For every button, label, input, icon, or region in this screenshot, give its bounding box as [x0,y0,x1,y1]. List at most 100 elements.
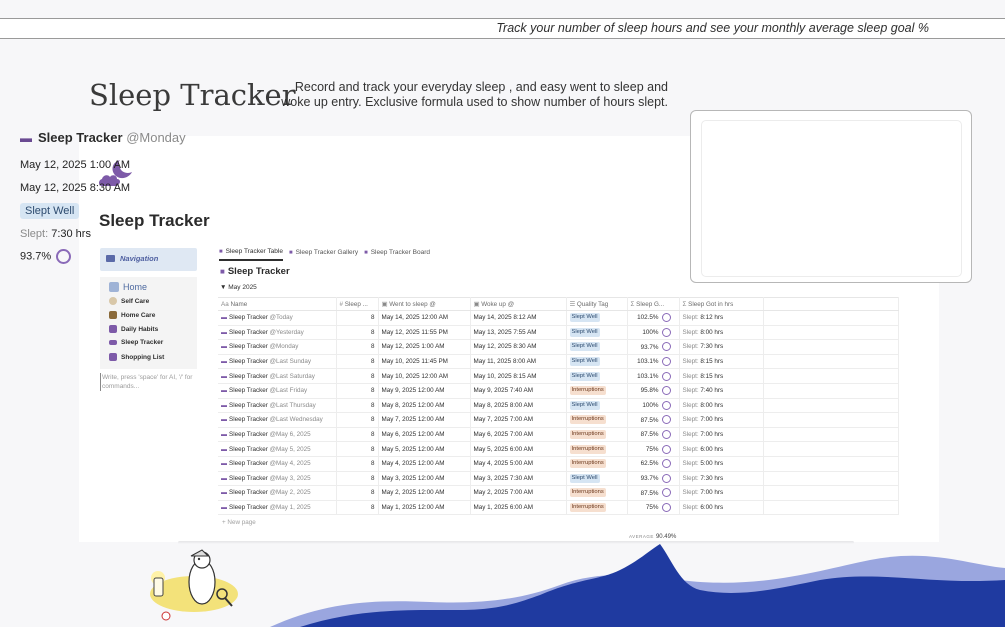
column-header-quality[interactable]: ☰ Quality Tag [566,297,628,311]
cell-quality-tag[interactable]: Slept Well [566,354,628,370]
cell-sleep-goal[interactable]: 8 [336,383,379,399]
cell-woke-up[interactable]: May 4, 2025 5:00 AM [470,456,567,472]
table-row[interactable]: ▬ Sleep Tracker @May 1, 2025 8 May 1, 2025 … [218,500,899,516]
cell-name[interactable]: ▬ Sleep Tracker @Today [218,310,337,326]
gallery-card-popup[interactable] [690,110,972,283]
cell-name[interactable]: ▬ Sleep Tracker @Last Saturday [218,368,337,384]
cell-quality-tag[interactable]: Interruptions [566,383,628,399]
table-row[interactable]: ▬ Sleep Tracker @Last Sunday 8 May 10, 2025… [218,354,899,370]
cell-sleep-goal[interactable]: 8 [336,354,379,370]
column-header-goal[interactable]: Σ Sleep G... [627,297,680,311]
nav-header[interactable]: Navigation [100,248,197,271]
cell-name[interactable]: ▬ Sleep Tracker @May 6, 2025 [218,427,337,443]
cell-woke-up[interactable]: May 14, 2025 8:12 AM [470,310,567,326]
cell-went-to-sleep[interactable]: May 8, 2025 12:00 AM [378,398,471,414]
tab-sleep-tracker-board[interactable]: ■ Sleep Tracker Board [364,247,430,261]
cell-woke-up[interactable]: May 11, 2025 8:00 AM [470,354,567,370]
tab-sleep-tracker-table[interactable]: ■ Sleep Tracker Table [219,247,283,261]
cell-woke-up[interactable]: May 9, 2025 7:40 AM [470,383,567,399]
column-header-name[interactable]: Aa Name [218,297,337,311]
cell-sleep-goal[interactable]: 8 [336,368,379,384]
cell-quality-tag[interactable]: Slept Well [566,339,628,355]
cell-went-to-sleep[interactable]: May 12, 2025 1:00 AM [378,339,471,355]
cell-name[interactable]: ▬ Sleep Tracker @Yesterday [218,325,337,341]
cell-quality-tag[interactable]: Interruptions [566,485,628,501]
table-row[interactable]: ▬ Sleep Tracker @Yesterday 8 May 12, 2025 1… [218,325,899,341]
cell-quality-tag[interactable]: Interruptions [566,427,628,443]
cell-sleep-goal[interactable]: 8 [336,456,379,472]
table-row[interactable]: ▬ Sleep Tracker @Last Thursday 8 May 8, 202… [218,398,899,414]
cell-woke-up[interactable]: May 6, 2025 7:00 AM [470,427,567,443]
cell-went-to-sleep[interactable]: May 10, 2025 12:00 AM [378,368,471,384]
cell-name[interactable]: ▬ Sleep Tracker @Last Thursday [218,398,337,414]
cell-woke-up[interactable]: May 7, 2025 7:00 AM [470,412,567,428]
table-row[interactable]: ▬ Sleep Tracker @May 3, 2025 8 May 3, 2025 … [218,471,899,487]
cell-name[interactable]: ▬ Sleep Tracker @Last Wednesday [218,412,337,428]
cell-woke-up[interactable]: May 8, 2025 8:00 AM [470,398,567,414]
cell-went-to-sleep[interactable]: May 7, 2025 12:00 AM [378,412,471,428]
cell-went-to-sleep[interactable]: May 2, 2025 12:00 AM [378,485,471,501]
cell-quality-tag[interactable]: Interruptions [566,456,628,472]
cell-sleep-goal[interactable]: 8 [336,412,379,428]
nav-item-home[interactable]: Home [109,282,147,292]
cell-quality-tag[interactable]: Slept Well [566,471,628,487]
column-header-sleep[interactable]: # Sleep ... [336,297,379,311]
cell-quality-tag[interactable]: Interruptions [566,441,628,457]
cell-quality-tag[interactable]: Slept Well [566,325,628,341]
cell-sleep-goal[interactable]: 8 [336,325,379,341]
cell-went-to-sleep[interactable]: May 1, 2025 12:00 AM [378,500,471,516]
table-row[interactable]: ▬ Sleep Tracker @Last Friday 8 May 9, 2025 … [218,383,899,399]
cell-went-to-sleep[interactable]: May 6, 2025 12:00 AM [378,427,471,443]
table-row[interactable]: ▬ Sleep Tracker @Today 8 May 14, 2025 12:00… [218,310,899,326]
table-row[interactable]: ▬ Sleep Tracker @May 6, 2025 8 May 6, 2025 … [218,427,899,443]
cell-sleep-goal[interactable]: 8 [336,471,379,487]
cell-name[interactable]: ▬ Sleep Tracker @May 1, 2025 [218,500,337,516]
column-header-woke[interactable]: ▣ Woke up @ [470,297,567,311]
group-header[interactable]: ▼ May 2025 [220,284,257,291]
cell-quality-tag[interactable]: Interruptions [566,412,628,428]
table-row[interactable]: ▬ Sleep Tracker @Monday 8 May 12, 2025 1:00… [218,339,899,355]
editor-placeholder[interactable]: Write, press 'space' for AI, '/' for com… [100,373,200,391]
database-title[interactable]: ■ Sleep Tracker [220,266,290,277]
cell-went-to-sleep[interactable]: May 9, 2025 12:00 AM [378,383,471,399]
table-row[interactable]: ▬ Sleep Tracker @Last Wednesday 8 May 7, 20… [218,412,899,428]
cell-sleep-goal[interactable]: 8 [336,310,379,326]
cell-name[interactable]: ▬ Sleep Tracker @May 3, 2025 [218,471,337,487]
cell-woke-up[interactable]: May 1, 2025 6:00 AM [470,500,567,516]
cell-went-to-sleep[interactable]: May 14, 2025 12:00 AM [378,310,471,326]
cell-woke-up[interactable]: May 13, 2025 7:55 AM [470,325,567,341]
nav-item-sleep-tracker[interactable]: Sleep Tracker [109,339,163,346]
cell-went-to-sleep[interactable]: May 12, 2025 11:55 PM [378,325,471,341]
cell-name[interactable]: ▬ Sleep Tracker @May 5, 2025 [218,441,337,457]
cell-went-to-sleep[interactable]: May 10, 2025 11:45 PM [378,354,471,370]
tab-sleep-tracker-gallery[interactable]: ■ Sleep Tracker Gallery [289,247,358,261]
cell-sleep-goal[interactable]: 8 [336,500,379,516]
cell-name[interactable]: ▬ Sleep Tracker @Last Sunday [218,354,337,370]
cell-quality-tag[interactable]: Slept Well [566,310,628,326]
cell-woke-up[interactable]: May 2, 2025 7:00 AM [470,485,567,501]
table-row[interactable]: ▬ Sleep Tracker @May 5, 2025 8 May 5, 2025 … [218,441,899,457]
table-row[interactable]: ▬ Sleep Tracker @May 2, 2025 8 May 2, 2025 … [218,485,899,501]
column-header-hrs[interactable]: Σ Sleep Got in hrs [679,297,764,311]
nav-item-home-care[interactable]: Home Care [109,311,155,319]
cell-woke-up[interactable]: May 10, 2025 8:15 AM [470,368,567,384]
cell-sleep-goal[interactable]: 8 [336,339,379,355]
cell-name[interactable]: ▬ Sleep Tracker @Monday [218,339,337,355]
nav-item-self-care[interactable]: Self Care [109,297,149,305]
table-row[interactable]: ▬ Sleep Tracker @Last Saturday 8 May 10, 20… [218,368,899,384]
cell-name[interactable]: ▬ Sleep Tracker @May 4, 2025 [218,456,337,472]
cell-name[interactable]: ▬ Sleep Tracker @Last Friday [218,383,337,399]
cell-sleep-goal[interactable]: 8 [336,441,379,457]
cell-woke-up[interactable]: May 12, 2025 8:30 AM [470,339,567,355]
table-row[interactable]: ▬ Sleep Tracker @May 4, 2025 8 May 4, 2025 … [218,456,899,472]
cell-sleep-goal[interactable]: 8 [336,485,379,501]
cell-woke-up[interactable]: May 5, 2025 6:00 AM [470,441,567,457]
column-header-went[interactable]: ▣ Went to sleep @ [378,297,471,311]
cell-sleep-goal[interactable]: 8 [336,427,379,443]
cell-went-to-sleep[interactable]: May 4, 2025 12:00 AM [378,456,471,472]
new-page-button[interactable]: + New page [222,519,256,526]
cell-name[interactable]: ▬ Sleep Tracker @May 2, 2025 [218,485,337,501]
cell-went-to-sleep[interactable]: May 5, 2025 12:00 AM [378,441,471,457]
cell-woke-up[interactable]: May 3, 2025 7:30 AM [470,471,567,487]
nav-item-shopping-list[interactable]: Shopping List [109,353,164,361]
